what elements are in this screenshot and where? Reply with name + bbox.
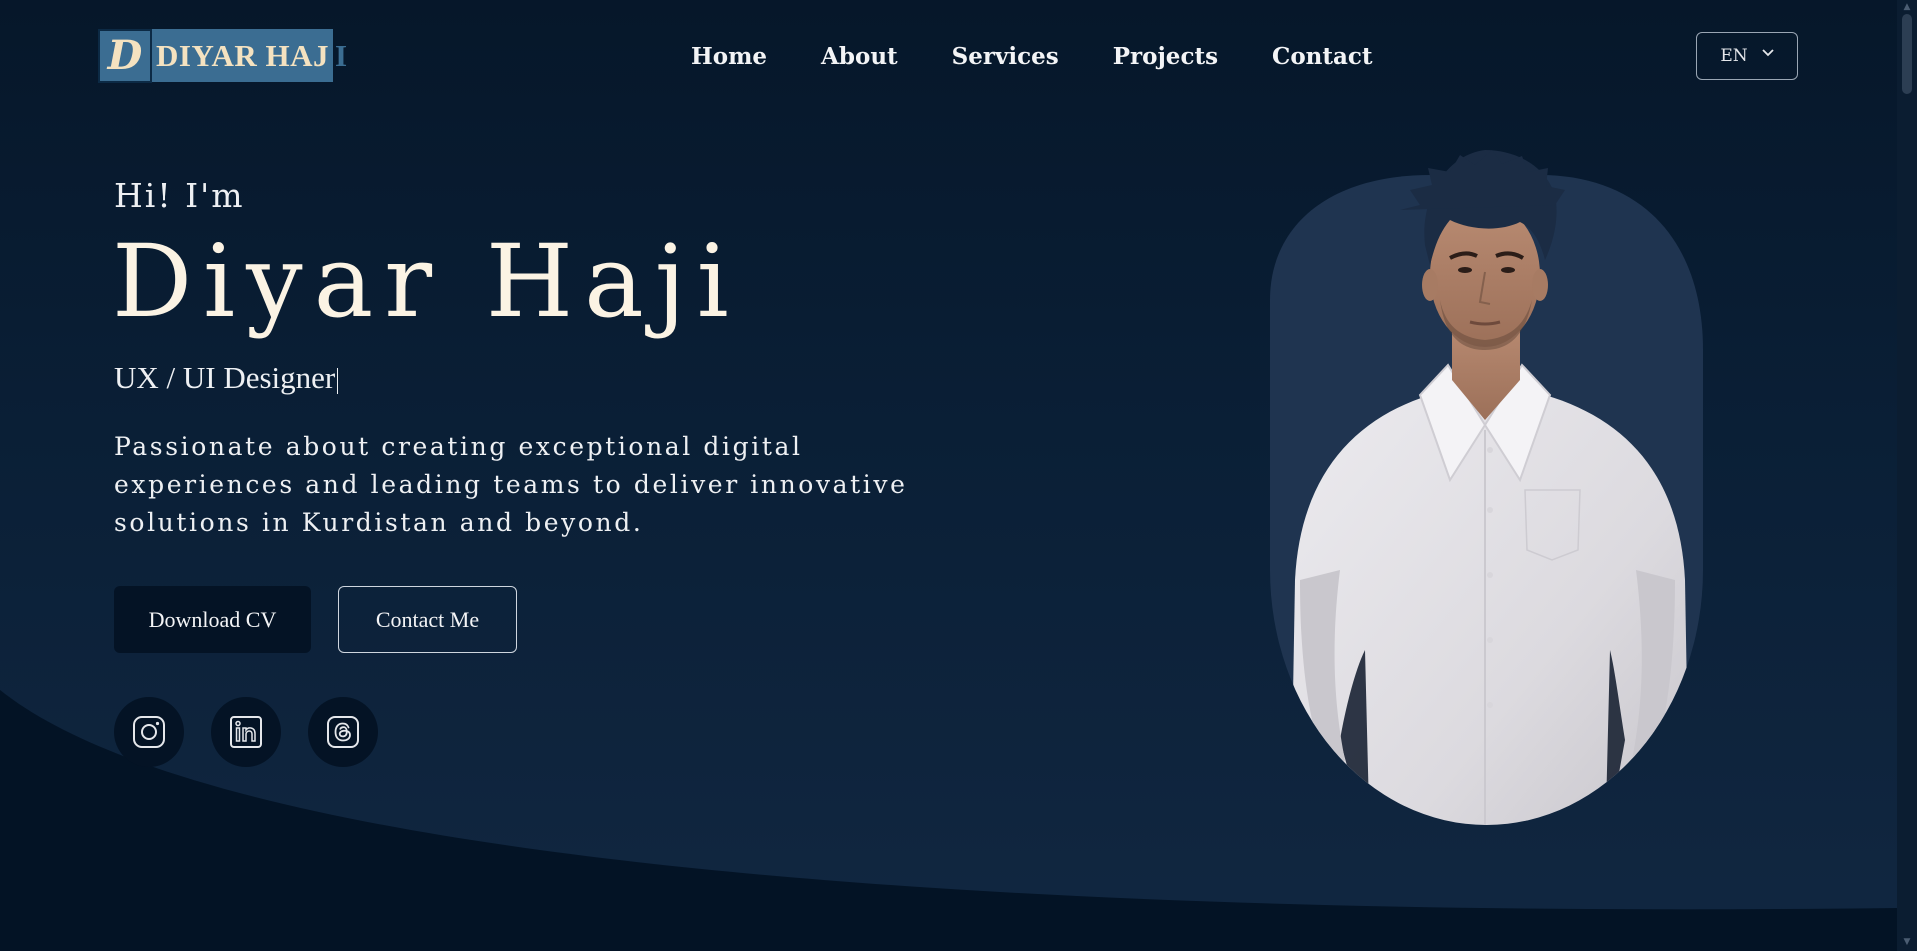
language-selector[interactable]: EN [1696,32,1798,80]
scroll-up-icon[interactable]: ▲ [1902,2,1912,12]
typing-caret [337,367,339,394]
logo-mark: D [98,28,152,83]
hero-description: Passionate about creating exceptional di… [114,432,908,537]
threads-link[interactable] [308,697,378,767]
language-label: EN [1720,46,1748,66]
nav-services[interactable]: Services [952,40,1059,74]
hero-greeting: Hi! I'm [114,176,245,215]
logo-name-tail: I [335,38,348,73]
contact-me-button[interactable]: Contact Me [338,586,517,653]
hero-role: UX / UI Designer [114,360,339,396]
nav-projects[interactable]: Projects [1113,40,1218,74]
threads-icon [327,716,359,748]
instagram-link[interactable] [114,697,184,767]
site-logo[interactable]: D DIYAR HAJ I [98,28,348,83]
nav-about[interactable]: About [821,40,898,74]
download-cv-button[interactable]: Download CV [114,586,311,653]
hero-role-text: UX / UI Designer [114,360,336,395]
hero-name: Diyar Haji [112,223,740,340]
linkedin-link[interactable] [211,697,281,767]
scrollbar-thumb[interactable] [1902,14,1912,94]
main-nav: Home About Services Projects Contact [691,40,1427,74]
linkedin-icon [230,716,262,748]
nav-contact[interactable]: Contact [1272,40,1373,74]
chevron-down-icon [1762,49,1774,57]
page-scrollbar[interactable]: ▲ ▼ [1897,0,1917,951]
nav-home[interactable]: Home [691,40,767,74]
scroll-down-icon[interactable]: ▼ [1902,937,1912,947]
profile-portrait [1270,150,1703,825]
instagram-icon [133,716,165,748]
hero-page: D DIYAR HAJ I Home About Services Projec… [0,0,1917,951]
logo-name: DIYAR HAJ [152,29,334,82]
